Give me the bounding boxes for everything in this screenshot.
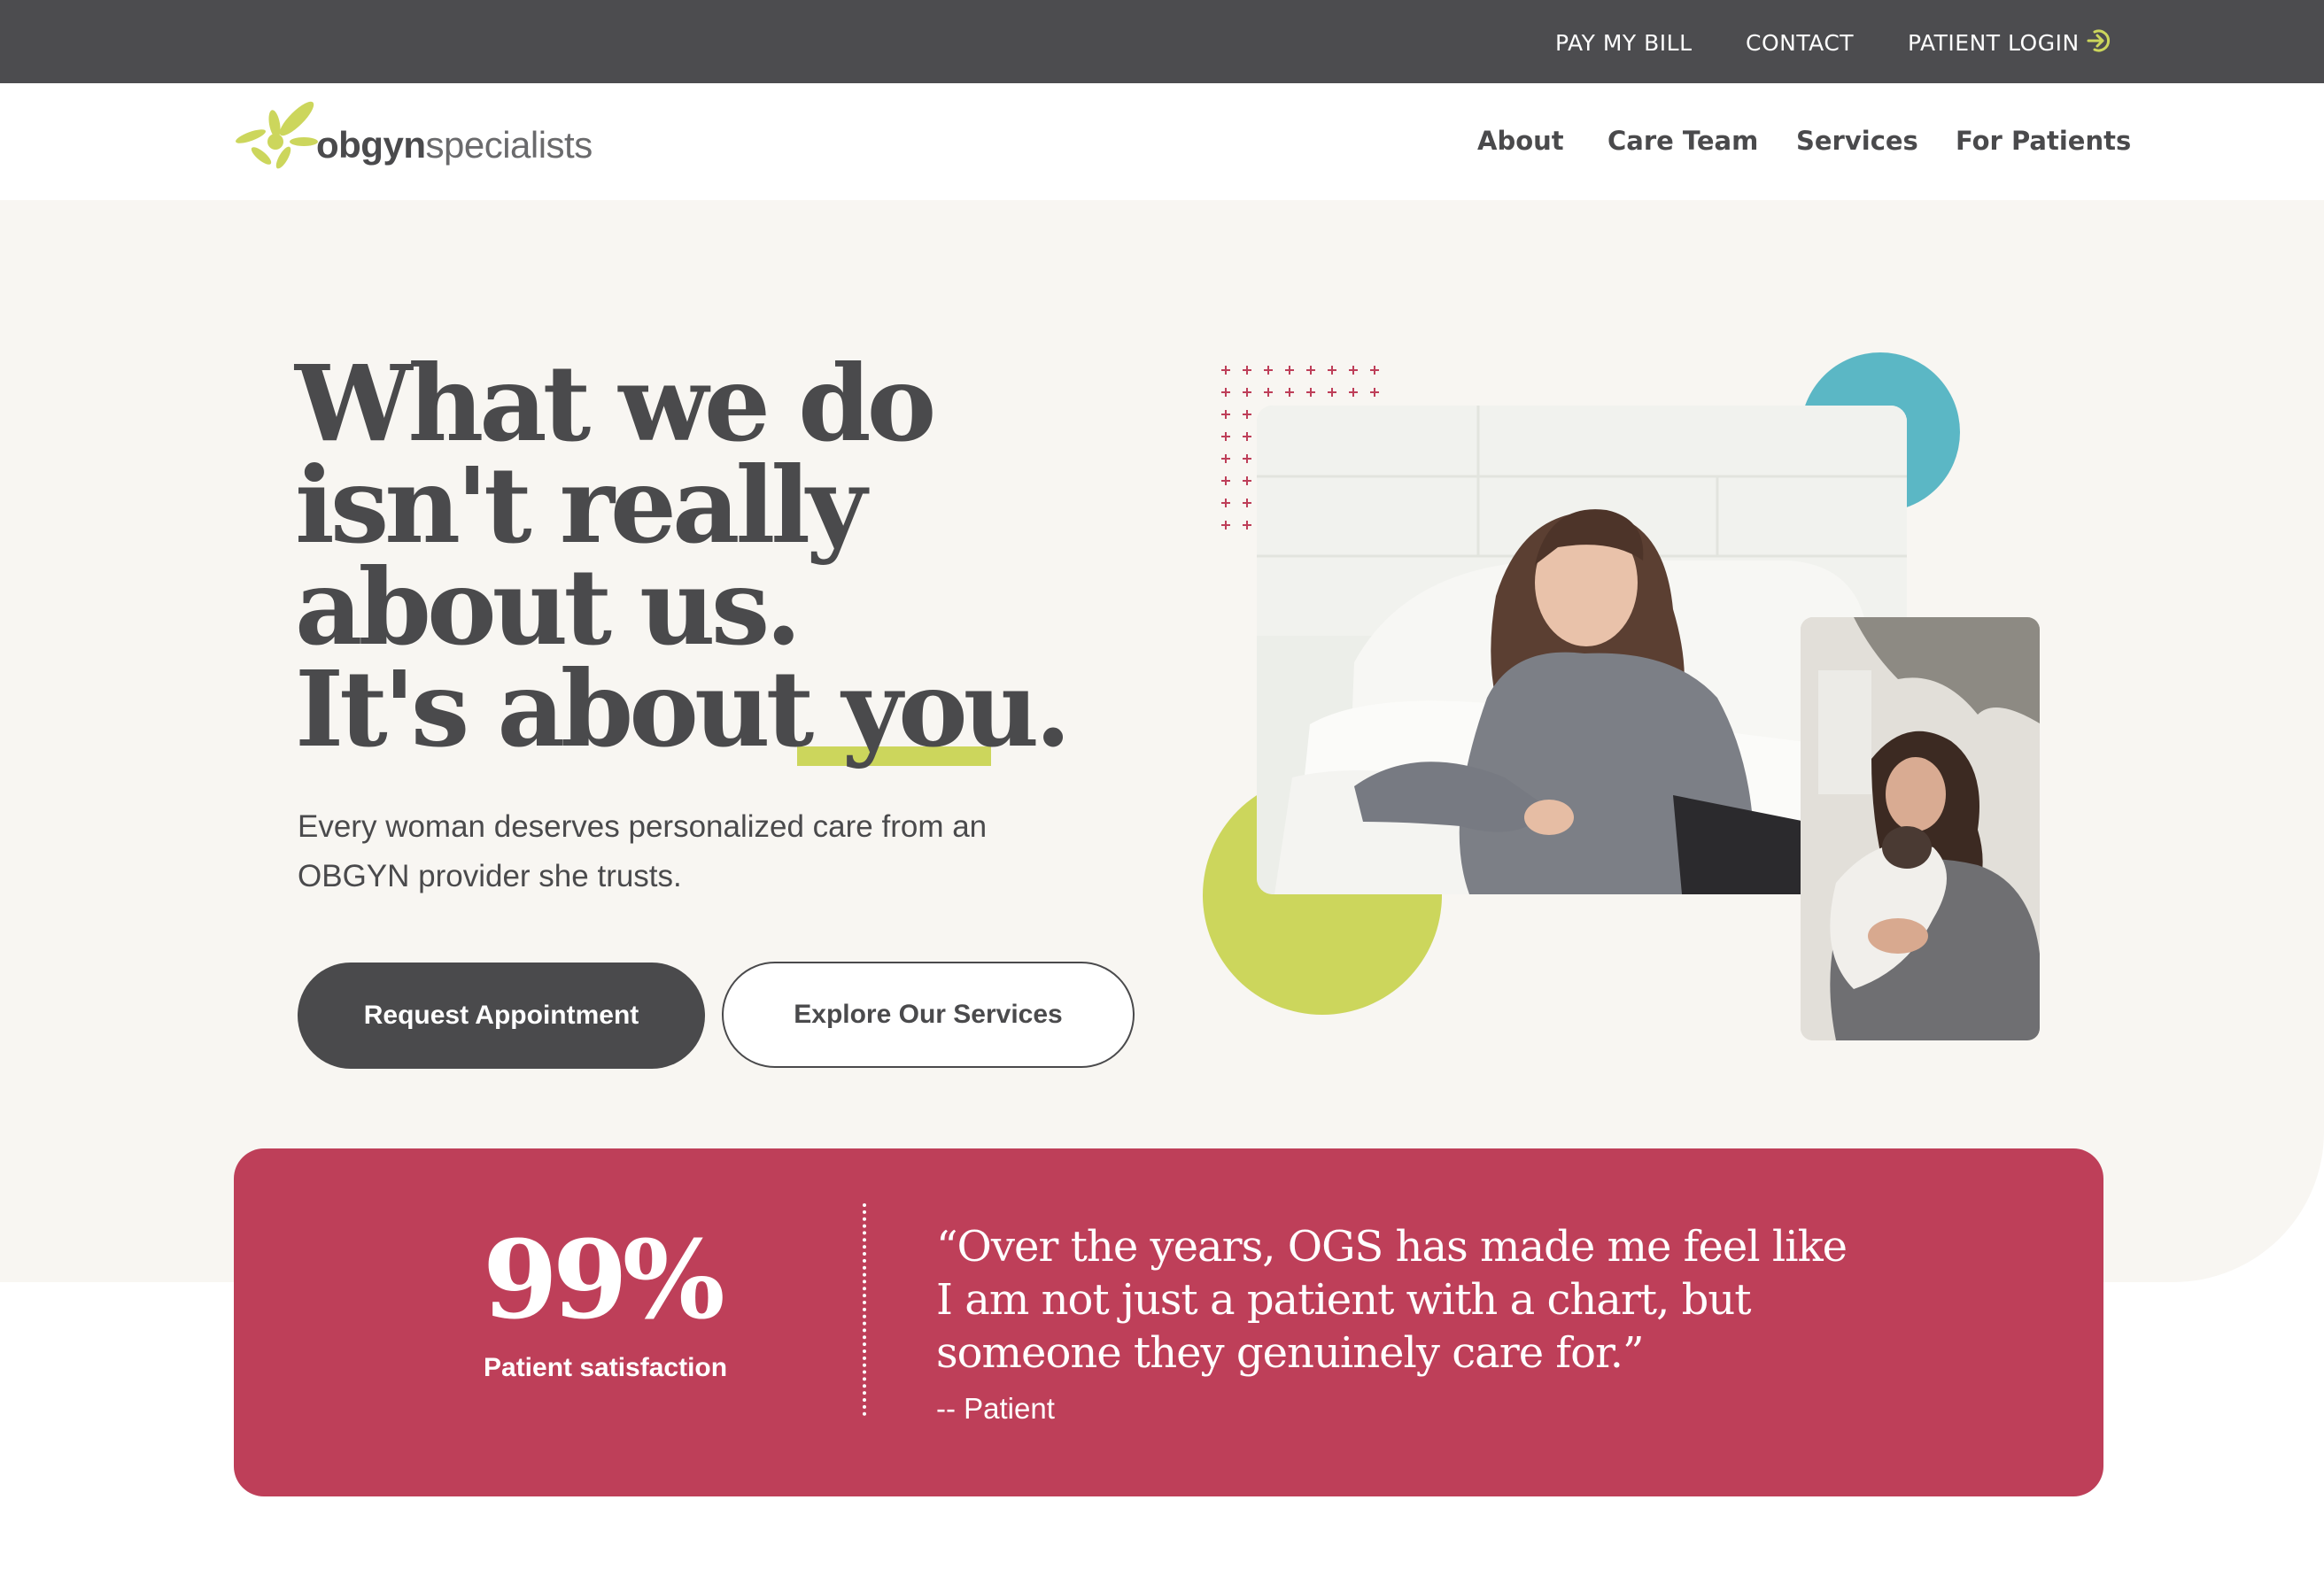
- plus-mark: [1370, 388, 1379, 397]
- logo-wordmark[interactable]: obgynspecialists: [316, 124, 593, 166]
- plus-mark: [1349, 366, 1358, 375]
- headline-line-4-text: It's about: [295, 647, 842, 770]
- nav-care-team[interactable]: Care Team: [1607, 126, 1758, 156]
- plus-mark: [1221, 410, 1230, 419]
- hero-subtext: Every woman deserves personalized care f…: [298, 809, 988, 893]
- plus-mark: [1243, 366, 1251, 375]
- plus-mark: [1243, 410, 1251, 419]
- headline-line-1: What we do: [295, 342, 936, 465]
- satisfaction-label: Patient satisfaction: [484, 1353, 728, 1382]
- plus-mark: [1221, 388, 1230, 397]
- pay-my-bill-link[interactable]: PAY MY BILL: [1555, 30, 1693, 56]
- plus-mark: [1221, 432, 1230, 441]
- headline-line-4: It's about you.: [295, 657, 1092, 762]
- mother-and-baby-photo: [1801, 617, 2040, 1040]
- request-appointment-button[interactable]: Request Appointment: [298, 963, 705, 1069]
- plus-mark: [1285, 388, 1294, 397]
- patient-login-link[interactable]: PATIENT LOGIN: [1908, 30, 2080, 56]
- plus-mark: [1328, 388, 1336, 397]
- dotted-divider: [863, 1203, 866, 1416]
- plus-mark: [1221, 499, 1230, 507]
- nav-for-patients[interactable]: For Patients: [1956, 126, 2131, 156]
- hero-headline: What we do isn't really about us. It's a…: [295, 342, 1092, 762]
- plus-mark: [1221, 366, 1230, 375]
- headline-emphasis: you: [841, 647, 1039, 770]
- nav-about[interactable]: About: [1477, 126, 1564, 156]
- plus-mark: [1221, 454, 1230, 463]
- contact-link[interactable]: CONTACT: [1746, 30, 1854, 56]
- headline-line-2: isn't really: [295, 444, 867, 567]
- plus-mark: [1349, 388, 1358, 397]
- plus-mark: [1370, 366, 1379, 375]
- plus-mark: [1328, 366, 1336, 375]
- testimonial-author: -- Patient: [936, 1392, 1055, 1425]
- explore-services-button[interactable]: Explore Our Services: [722, 962, 1135, 1068]
- plus-mark: [1243, 476, 1251, 485]
- plus-mark: [1306, 388, 1315, 397]
- plus-mark: [1243, 521, 1251, 530]
- plus-mark: [1243, 388, 1251, 397]
- plus-mark: [1264, 366, 1273, 375]
- logo-primary-text: obgyn: [316, 124, 426, 166]
- testimonial-quote: “Over the years, OGS has made me feel li…: [936, 1222, 1848, 1378]
- plus-mark: [1306, 366, 1315, 375]
- satisfaction-stat: 99%: [483, 1216, 725, 1343]
- plus-mark: [1221, 521, 1230, 530]
- headline-period: .: [1034, 647, 1071, 770]
- plus-mark: [1243, 454, 1251, 463]
- plus-mark: [1264, 388, 1273, 397]
- nav-services[interactable]: Services: [1796, 126, 1918, 156]
- plus-mark: [1243, 499, 1251, 507]
- headline-line-3: about us.: [295, 545, 802, 669]
- plus-mark: [1285, 366, 1294, 375]
- login-arrow-icon[interactable]: [2086, 27, 2112, 54]
- logo-secondary-text: specialists: [425, 124, 593, 166]
- plus-mark: [1243, 432, 1251, 441]
- plus-mark: [1221, 476, 1230, 485]
